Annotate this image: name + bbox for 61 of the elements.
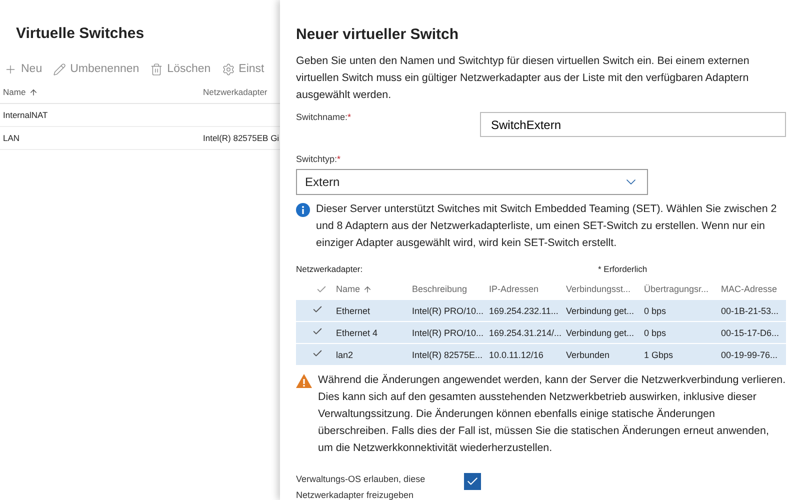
table-cell-text: Verbunden [566,350,611,360]
check-icon [312,304,323,315]
adapter-row[interactable]: Ethernet 4 Intel(R) PRO/10... 169.254.31.214/... Verbindung get... 0 bps 00-15-17-D6... [296,322,786,344]
table-cell-text: 00-1B-21-53... [721,306,780,316]
table-cell-text: 169.254.232.11... [489,306,560,316]
toolbar-button[interactable]: Einst [222,62,264,76]
toolbar-button[interactable]: Umbenennen [53,62,140,76]
table-cell-text: 0 bps [644,328,668,338]
column-header[interactable]: Name [3,87,26,97]
checkbox-label: Verwaltungs-OS erlauben, diese Netzwerkadapter freizugeben [296,473,426,500]
column-header[interactable]: MAC-Adresse [721,284,778,294]
sort-arrow-icon [363,284,372,294]
checkbox[interactable] [464,473,481,490]
field-label: Netzwerkadapter: [296,264,364,274]
warning-icon [296,374,312,388]
field-label: Switchtyp:* [296,154,341,164]
toolbar-button[interactable]: Neu [4,62,42,76]
adapter-row[interactable]: Ethernet Intel(R) PRO/10... 169.254.232.11... Verbindung get... 0 bps 00-1B-21-53... [296,300,786,322]
table-cell-text: Verbindung get... [566,306,636,316]
column-header[interactable]: Beschreibung [412,284,468,294]
switch-name-field[interactable]: SwitchExtern [480,112,786,137]
trash-icon [150,62,164,76]
table-cell-text: 169.254.31.214/... [489,328,563,338]
table-cell-text: 10.0.11.12/16 [489,350,544,360]
table-cell-text: Ethernet 4 [336,328,379,338]
intro-text: Geben Sie unten den Namen und Switchtyp für diesen virtuellen Switch ein. Bei einem externen virtuellen Switch muss ein gültiger Netzwerkadapter aus der Liste mit den verfügbaren Adaptern ausgewählt werden. [296,54,750,103]
column-header[interactable]: Netzwerkadapter [203,87,268,97]
check-icon [312,348,323,359]
column-header[interactable]: IP-Adressen [489,284,539,294]
table-cell-text: 00-19-99-76... [721,350,779,360]
table-cell-text: 00-15-17-D6... [721,328,780,338]
sort-arrow-icon [28,88,38,96]
table-cell-text: Ethernet [336,306,372,316]
table-cell-text: LAN [3,133,21,143]
panel-title: Virtuelle Switches [15,24,146,44]
table-cell-text: 1 Gbps [644,350,674,360]
table-cell-text: Intel(R) 82575E... [412,350,484,360]
adapter-row[interactable]: lan2 Intel(R) 82575E... 10.0.11.12/16 Verbunden 1 Gbps 00-19-99-76... [296,344,786,366]
check-icon[interactable] [316,284,327,294]
info-text: Dieser Server unterstützt Switches mit Switch Embedded Teaming (SET). Wählen Sie zwischen 2 und 8 Adaptern aus der Netzwerkadapterliste, um einen SET-Switch zu erstellen. Wenn nur ein einziger Adapter ausgewählt wird, wird kein SET-Switch erstellt. [316,202,778,251]
required-note: * Erforderlich [598,264,648,274]
column-header[interactable]: Name [336,284,360,294]
warning-text: Während die Änderungen angewendet werden, kann der Server die Netzwerkverbindung verlieren. Dies kann sich auf den gesamten ausstehenden Netzwerkbetrieb auswirken, inklusive dieser Verwaltungssitzung. Die Änderungen können ebenfalls einige statische Änderungen überschreiben. Falls dies der Fall ist, müssen Sie die statischen Änderungen erneut anwenden, um die Netzwerkkonnektivität wiederherzustellen. [318,373,786,456]
table-cell-text: lan2 [336,350,354,360]
table-cell-text: Verbindung get... [566,328,636,338]
pencil-icon [53,62,66,76]
table-cell-text: Intel(R) PRO/10... [412,328,485,338]
plus-icon [4,62,17,76]
info-icon [296,203,310,217]
switch-type-dropdown[interactable]: Extern [296,169,648,195]
table-cell: Intel(R) 82575EB Gi [203,133,280,143]
table-cell-text: Intel(R) PRO/10... [412,306,485,316]
table-cell-text: 0 bps [644,306,668,316]
table-cell-text: InternalNAT [3,110,49,120]
dialog-title: Neuer virtueller Switch [296,26,460,43]
column-header[interactable]: Übertragungsr... [644,284,709,294]
settings-icon [222,62,235,76]
check-icon [312,326,323,337]
toolbar-button[interactable]: Löschen [150,62,211,76]
column-header[interactable]: Verbindungsst... [566,284,631,294]
field-label: Switchname:* [296,112,352,122]
